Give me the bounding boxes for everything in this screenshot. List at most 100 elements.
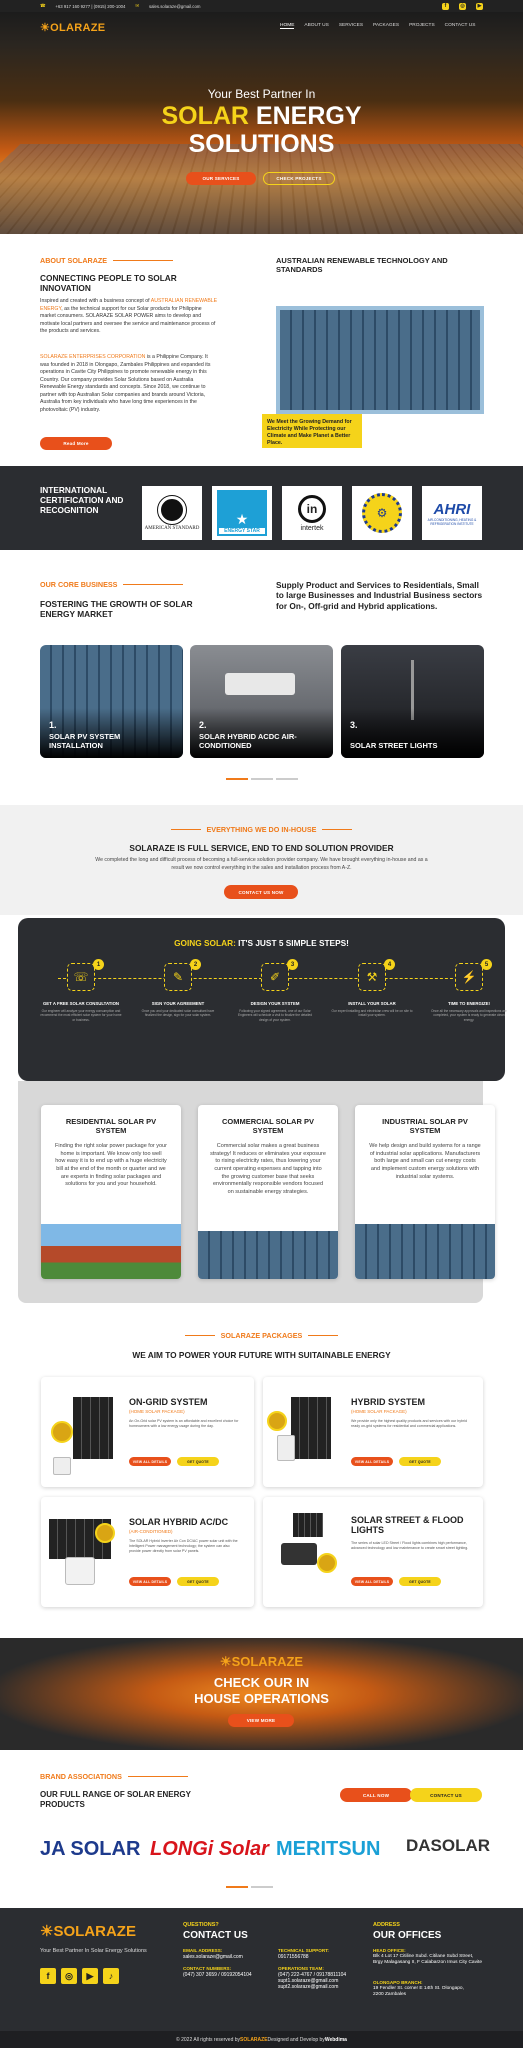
package-card-hybrid: HYBRID SYSTEM (HOME SOLAR PACKAGE) We pr… xyxy=(263,1377,483,1487)
on-grid-view-details-button[interactable]: VIEW ALL DETAILS xyxy=(129,1457,171,1466)
instagram-icon[interactable]: ◎ xyxy=(61,1968,77,1984)
operations-title-2: HOUSE OPERATIONS xyxy=(194,1691,329,1706)
top-bar: ☎ +63 917 160 9277 | (0915) 200-1004 ✉ s… xyxy=(0,0,523,12)
footer-contact-numbers[interactable]: (047) 307 3659 / 09192054104 xyxy=(183,1972,252,1978)
step-3: ✐ 3 DESIGN YOUR SYSTEM Following your sig… xyxy=(234,959,316,1022)
segment-card-commercial: COMMERCIAL SOLAR PV SYSTEM Commercial so… xyxy=(198,1105,338,1279)
brand-logo-meritsun: MERITSUN xyxy=(276,1838,381,1860)
brand-logo-dasolar: DASOLAR xyxy=(406,1836,491,1855)
logo-sun-icon: ☀ xyxy=(219,1654,232,1669)
acdc-outdoor-unit-image xyxy=(65,1557,95,1585)
street-view-details-button[interactable]: VIEW ALL DETAILS xyxy=(351,1577,393,1586)
view-more-button[interactable]: VIEW MORE xyxy=(228,1714,294,1727)
contact-us-now-button[interactable]: CONTACT US NOW xyxy=(224,885,298,899)
acdc-view-details-button[interactable]: VIEW ALL DETAILS xyxy=(129,1577,171,1586)
logo-sun-icon: ☀ xyxy=(40,22,51,34)
inhouse-title: SOLARAZE IS FULL SERVICE, END TO END SOL… xyxy=(129,843,394,853)
about-subheading: CONNECTING PEOPLE TO SOLAR INNOVATION xyxy=(40,273,177,293)
brands-carousel-indicator[interactable] xyxy=(226,1886,273,1888)
about-caption-box: We Meet the Growing Demand for Electrici… xyxy=(262,414,362,448)
footer-ops-email-2[interactable]: supt2.solaraze@gmail.com xyxy=(278,1984,338,1990)
packages-heading: SOLARAZE PACKAGES xyxy=(0,1331,523,1340)
youtube-icon[interactable]: ▶ xyxy=(82,1968,98,1984)
hybrid-view-details-button[interactable]: VIEW ALL DETAILS xyxy=(351,1457,393,1466)
hero-subtitle: Your Best Partner In xyxy=(207,87,316,101)
footer-tech-support[interactable]: 09171556788 xyxy=(278,1954,309,1960)
youtube-icon[interactable]: ▶ xyxy=(476,2,483,10)
residential-house-image xyxy=(41,1224,181,1279)
core-card-street-lights[interactable]: 3. SOLAR STREET LIGHTS xyxy=(341,645,484,758)
inhouse-heading: EVERYTHING WE DO IN-HOUSE xyxy=(0,825,523,834)
steps-title: GOING SOLAR: IT'S JUST 5 SIMPLE STEPS! xyxy=(174,938,349,948)
street-warranty-badge-icon xyxy=(317,1553,337,1573)
read-more-button[interactable]: Read More xyxy=(40,437,112,450)
energize-icon: ⚡ 5 xyxy=(455,959,492,991)
industrial-plant-image xyxy=(355,1224,495,1279)
segment-card-residential: RESIDENTIAL SOLAR PV SYSTEM Finding the … xyxy=(41,1105,181,1279)
nav-home[interactable]: HOME xyxy=(280,23,295,29)
brands-heading: BRAND ASSOCIATIONS xyxy=(40,1772,188,1781)
operations-title-1: CHECK OUR IN xyxy=(213,1675,310,1690)
carousel-indicator[interactable] xyxy=(226,778,298,780)
topbar-email[interactable]: sales.solaraze@gmail.com xyxy=(149,4,200,9)
instagram-icon[interactable]: ◎ xyxy=(459,2,466,10)
footer-questions: QUESTIONS? xyxy=(183,1922,219,1928)
inhouse-description: We completed the long and difficult proc… xyxy=(95,857,428,871)
facebook-icon[interactable]: f xyxy=(442,2,449,10)
site-logo[interactable]: ☀OLARAZE xyxy=(40,21,105,34)
on-grid-panels-image xyxy=(73,1397,113,1459)
copyright-bar: © 2022 All rights reserved by SOLARAZE D… xyxy=(0,2031,523,2048)
solaraze-enterprises-link[interactable]: SOLARAZE ENTERPRISES CORPORATION xyxy=(40,354,145,360)
topbar-phone[interactable]: +63 917 160 9277 | (0915) 200-1004 xyxy=(55,4,125,9)
brands-subtitle: OUR FULL RANGE OF SOLAR ENERGY PRODUCTS xyxy=(40,1790,191,1809)
facebook-icon[interactable]: f xyxy=(40,1968,56,1984)
inhouse-section: EVERYTHING WE DO IN-HOUSE SOLARAZE IS FU… xyxy=(0,805,523,915)
package-card-on-grid: ON-GRID SYSTEM (HOME SOLAR PACKAGE) An O… xyxy=(41,1377,254,1487)
check-projects-button[interactable]: CHECK PROJECTS xyxy=(263,172,335,185)
hybrid-panels-image xyxy=(291,1397,331,1459)
footer-logo[interactable]: ☀SOLARAZE xyxy=(40,1922,136,1940)
inverter-image xyxy=(53,1457,71,1475)
install-icon: ⚒ 4 xyxy=(358,959,395,991)
solar-farm-image xyxy=(276,306,484,414)
operations-logo: ☀SOLARAZE xyxy=(219,1654,304,1669)
cert-logo-seal: ⚙ xyxy=(352,486,412,540)
nav-projects[interactable]: PROJECTS xyxy=(409,23,435,29)
cert-logo-ahri: AHRI AIR-CONDITIONING, HEATING & REFRIGE… xyxy=(422,486,482,540)
core-card-hybrid-ac[interactable]: 2. SOLAR HYBRID ACDC AIR-CONDITIONED xyxy=(190,645,333,758)
hybrid-get-quote-button[interactable]: GET QUOTE xyxy=(399,1457,441,1466)
core-business-section: OUR CORE BUSINESS FOSTERING THE GROWTH O… xyxy=(0,550,523,805)
core-heading: OUR CORE BUSINESS xyxy=(40,580,184,589)
our-services-button[interactable]: OUR SERVICES xyxy=(186,172,256,185)
footer-email[interactable]: sales.solaraze@gmail.com xyxy=(183,1954,243,1960)
brand-logo-longi: LONGi Solar xyxy=(150,1838,269,1860)
step-5: ⚡ 5 TIME TO ENERGIZE! Once all the necess… xyxy=(428,959,510,1022)
nav-services[interactable]: SERVICES xyxy=(339,23,363,29)
footer-olongapo-branch: 19 Fendler St. corner E 14th St. Olongap… xyxy=(373,1986,464,1998)
cert-logo-intertek: in intertek xyxy=(282,486,342,540)
warranty-badge-icon xyxy=(51,1421,73,1443)
step-4: ⚒ 4 INSTALL YOUR SOLAR Our expert install… xyxy=(331,959,413,1018)
footer-offices-title: OUR OFFICES xyxy=(373,1930,442,1941)
cert-logo-energy-star: ★ ENERGY STAR xyxy=(212,486,272,540)
main-nav: HOME ABOUT US SERVICES PACKAGES PROJECTS… xyxy=(280,23,475,29)
consultation-icon: ☏ 1 xyxy=(67,959,104,991)
tiktok-icon[interactable]: ♪ xyxy=(103,1968,119,1984)
nav-packages[interactable]: PACKAGES xyxy=(373,23,399,29)
hero-title-2: SOLUTIONS xyxy=(188,130,335,158)
phone-icon: ☎ xyxy=(40,3,46,8)
on-grid-get-quote-button[interactable]: GET QUOTE xyxy=(177,1457,219,1466)
nav-about[interactable]: ABOUT US xyxy=(304,23,328,29)
commercial-roof-image xyxy=(198,1231,338,1279)
core-card-solar-pv[interactable]: 1. SOLAR PV SYSTEM INSTALLATION xyxy=(40,645,183,758)
logo-sun-icon: ☀ xyxy=(40,1923,54,1940)
call-now-button[interactable]: CALL NOW xyxy=(340,1788,412,1802)
footer-tagline: Your Best Partner In Solar Energy Soluti… xyxy=(40,1948,147,1954)
packages-subtitle: WE AIM TO POWER YOUR FUTURE WITH SUITAIN… xyxy=(132,1350,391,1360)
acdc-warranty-badge-icon xyxy=(95,1523,115,1543)
contact-us-button[interactable]: CONTACT US xyxy=(410,1788,482,1802)
street-get-quote-button[interactable]: GET QUOTE xyxy=(399,1577,441,1586)
aircon-unit-image xyxy=(225,673,295,695)
acdc-get-quote-button[interactable]: GET QUOTE xyxy=(177,1577,219,1586)
nav-contact[interactable]: CONTACT US xyxy=(445,23,476,29)
